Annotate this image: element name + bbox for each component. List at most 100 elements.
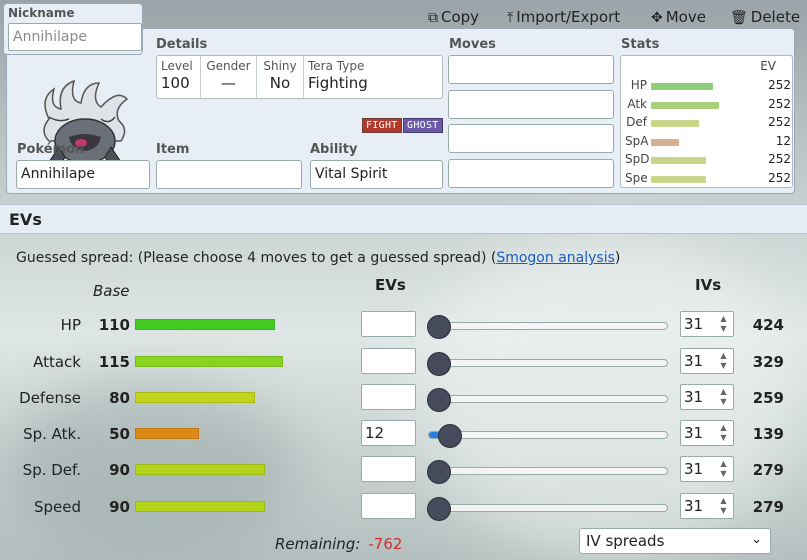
ev-input[interactable] bbox=[361, 456, 416, 482]
stat-name: Spe bbox=[625, 171, 648, 185]
details-label: Details bbox=[156, 37, 208, 52]
pokemon-input[interactable]: Annihilape bbox=[16, 160, 150, 189]
stat-name: SpD bbox=[625, 152, 650, 167]
iv-input[interactable]: 31 ▲ ▼ bbox=[680, 420, 734, 446]
chevron-down-icon: ⌄ bbox=[751, 532, 762, 547]
stat-bar bbox=[651, 120, 699, 128]
stat-name: Atk bbox=[627, 96, 647, 111]
move-input-4[interactable] bbox=[448, 159, 614, 188]
stat-label: Speed bbox=[33, 498, 81, 516]
type-badge-fight: FIGHT bbox=[362, 118, 402, 133]
ev-input[interactable] bbox=[361, 493, 416, 519]
remaining-evs: Remaining: -762 bbox=[275, 535, 403, 553]
stat-ev: 252 bbox=[768, 152, 791, 167]
base-stat-value: 50 bbox=[109, 425, 130, 443]
stat-label: Defense bbox=[19, 389, 81, 407]
nickname-input[interactable]: Annihilape bbox=[8, 23, 142, 51]
stat-ev: 252 bbox=[768, 78, 791, 92]
stat-total: 329 bbox=[752, 353, 784, 371]
stat-total: 259 bbox=[752, 389, 784, 407]
copy-icon: ⧉ bbox=[428, 10, 438, 26]
ev-slider[interactable] bbox=[428, 424, 668, 448]
stat-ev: 12 bbox=[775, 133, 791, 148]
ev-input[interactable] bbox=[361, 348, 416, 374]
ivs-column-header: IVs bbox=[695, 276, 722, 294]
ev-input[interactable] bbox=[361, 311, 416, 337]
stat-total: 279 bbox=[752, 498, 784, 516]
ev-slider-handle[interactable] bbox=[427, 315, 451, 339]
tera-value: Fighting bbox=[308, 74, 368, 92]
ev-slider-handle[interactable] bbox=[427, 497, 451, 521]
stat-bar bbox=[651, 157, 706, 165]
smogon-analysis-link[interactable]: Smogon analysis bbox=[496, 250, 615, 266]
ev-input[interactable]: 12 bbox=[361, 420, 416, 446]
stat-bar bbox=[651, 101, 719, 109]
stat-name: SpA bbox=[625, 133, 649, 148]
stat-label: Sp. Def. bbox=[22, 461, 81, 479]
stat-row-spd: SpD 252 bbox=[621, 152, 791, 170]
ability-input[interactable]: Vital Spirit bbox=[310, 160, 443, 189]
spinner-arrows-icon[interactable]: ▲ ▼ bbox=[717, 387, 730, 407]
base-stat-value: 80 bbox=[109, 389, 130, 407]
evs-column-header: EVs bbox=[375, 276, 406, 294]
stat-name: HP bbox=[630, 78, 647, 92]
stat-total: 279 bbox=[752, 461, 784, 479]
spinner-arrows-icon[interactable]: ▲ ▼ bbox=[717, 351, 730, 371]
ev-input[interactable] bbox=[361, 384, 416, 410]
ev-slider-handle[interactable] bbox=[427, 352, 451, 376]
base-stat-value: 90 bbox=[109, 461, 130, 479]
gender-value: — bbox=[221, 74, 236, 92]
iv-input[interactable]: 31 ▲ ▼ bbox=[680, 456, 734, 482]
ev-row-attack: Attack 115 31 ▲ ▼ 329 bbox=[0, 345, 807, 381]
iv-spreads-select[interactable]: IV spreads ⌄ bbox=[579, 528, 771, 554]
item-input[interactable] bbox=[156, 160, 302, 189]
details-box[interactable]: Level 100 Gender — Shiny No Tera Type Fi… bbox=[156, 55, 443, 99]
spinner-arrows-icon[interactable]: ▲ ▼ bbox=[717, 423, 730, 443]
spinner-arrows-icon[interactable]: ▲ ▼ bbox=[717, 459, 730, 479]
type-badge-ghost: GHOST bbox=[403, 118, 443, 133]
iv-input[interactable]: 31 ▲ ▼ bbox=[680, 311, 734, 337]
stat-ev: 252 bbox=[768, 171, 791, 185]
stat-label: HP bbox=[60, 316, 81, 334]
remaining-value: -762 bbox=[368, 535, 403, 553]
iv-input[interactable]: 31 ▲ ▼ bbox=[680, 493, 734, 519]
stat-ev: 252 bbox=[768, 115, 791, 130]
ev-slider[interactable] bbox=[427, 388, 668, 412]
upload-icon: ⤒ bbox=[507, 10, 514, 26]
stats-box[interactable]: EV HP 252 Atk 252 Def 252 SpA 12 SpD 252 Spe 252 bbox=[620, 55, 793, 188]
ev-slider[interactable] bbox=[427, 352, 668, 376]
ev-slider[interactable] bbox=[427, 315, 668, 339]
stat-total: 139 bbox=[752, 425, 784, 443]
move-button[interactable]: ✥ Move bbox=[651, 8, 706, 26]
shiny-cell: Shiny No bbox=[257, 56, 304, 98]
copy-button[interactable]: ⧉ Copy bbox=[428, 8, 479, 26]
base-stat-bar bbox=[135, 356, 283, 367]
moves-label: Moves bbox=[449, 37, 496, 52]
stat-row-spe: Spe 252 bbox=[621, 171, 791, 189]
ev-slider-handle[interactable] bbox=[437, 424, 462, 448]
spinner-arrows-icon[interactable]: ▲ ▼ bbox=[717, 314, 730, 334]
ev-slider[interactable] bbox=[427, 460, 668, 484]
iv-input[interactable]: 31 ▲ ▼ bbox=[680, 384, 734, 410]
base-stat-value: 115 bbox=[98, 353, 130, 371]
ev-slider-handle[interactable] bbox=[427, 460, 451, 484]
stat-bar bbox=[651, 138, 679, 146]
evs-section-header: EVs bbox=[0, 204, 807, 234]
delete-button[interactable]: 🗑 Delete bbox=[730, 8, 800, 26]
base-stat-bar bbox=[135, 501, 265, 512]
move-input-1[interactable] bbox=[448, 55, 614, 84]
stat-row-hp: HP 252 bbox=[621, 78, 791, 96]
gender-cell: Gender — bbox=[201, 56, 257, 98]
ev-slider[interactable] bbox=[427, 497, 668, 521]
import-export-button[interactable]: ⤒ Import/Export bbox=[507, 8, 620, 26]
ev-slider-handle[interactable] bbox=[427, 388, 451, 412]
shiny-value: No bbox=[269, 74, 291, 92]
iv-input[interactable]: 31 ▲ ▼ bbox=[680, 348, 734, 374]
move-input-3[interactable] bbox=[448, 124, 614, 153]
base-stat-bar bbox=[135, 464, 265, 475]
move-input-2[interactable] bbox=[448, 90, 614, 119]
trash-icon: 🗑 bbox=[730, 10, 748, 26]
base-stat-value: 110 bbox=[98, 316, 130, 334]
stat-ev: 252 bbox=[768, 96, 791, 111]
spinner-arrows-icon[interactable]: ▲ ▼ bbox=[717, 496, 730, 516]
